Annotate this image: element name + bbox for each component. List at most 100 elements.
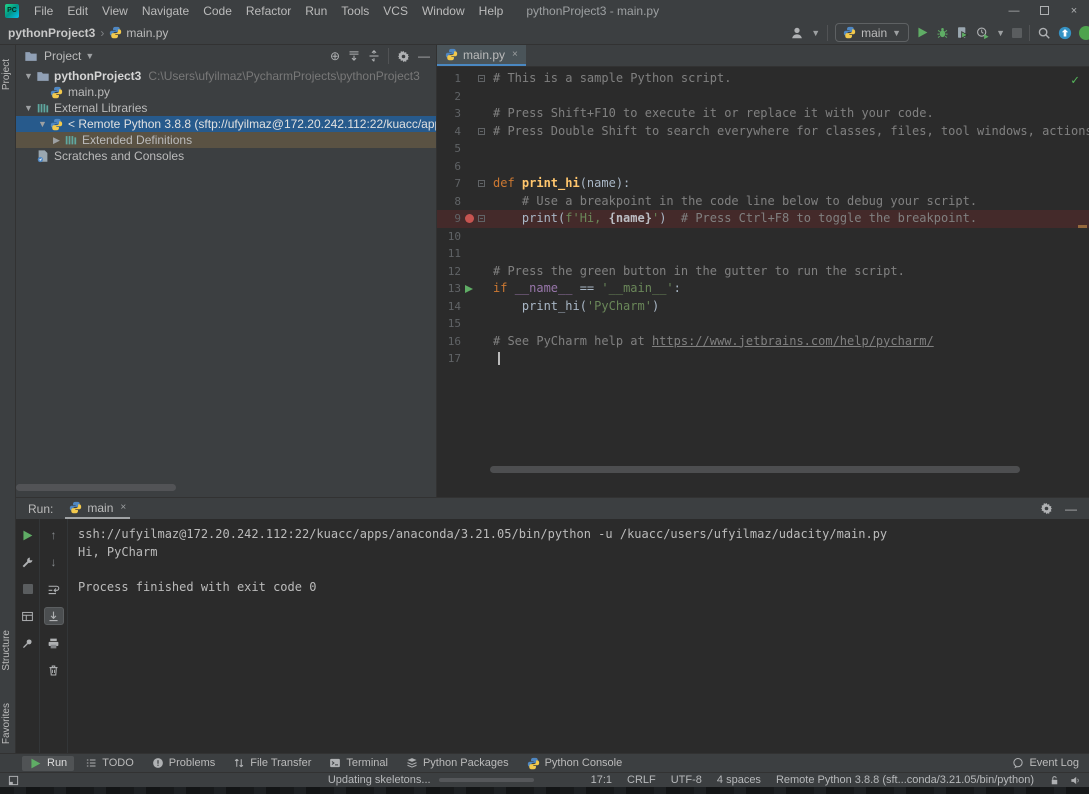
hide-panel-icon[interactable]: —	[418, 49, 430, 63]
close-button[interactable]: ×	[1059, 0, 1089, 21]
rerun-button[interactable]	[18, 526, 38, 544]
maximize-button[interactable]	[1029, 0, 1059, 21]
toolwindow-button-python-packages[interactable]: Python Packages	[399, 756, 516, 770]
run-config-selector[interactable]: main ▼	[835, 23, 909, 42]
editor-tab-bar: main.py ×	[437, 45, 1089, 67]
chevron-down-icon[interactable]: ▼	[85, 51, 94, 61]
code-editor[interactable]: ✓ 1# This is a sample Python script.23# …	[437, 67, 1089, 497]
chevron-down-icon[interactable]: ▼	[22, 103, 35, 113]
menu-vcs[interactable]: VCS	[376, 2, 415, 20]
menu-code[interactable]: Code	[196, 2, 239, 20]
debug-button[interactable]	[936, 26, 949, 39]
code-line-7: 7def print_hi(name):	[437, 175, 1089, 193]
down-stacktrace-icon[interactable]: ↓	[44, 553, 64, 571]
chevron-down-icon[interactable]: ▼	[996, 28, 1005, 38]
scroll-to-end-icon[interactable]	[44, 607, 64, 625]
stripe-favorites-button[interactable]: Favorites	[1, 703, 12, 744]
notification-icon[interactable]	[1079, 26, 1089, 40]
breadcrumb-project[interactable]: pythonProject3	[8, 26, 95, 40]
code-text	[487, 228, 493, 246]
encoding-widget[interactable]: UTF-8	[671, 774, 702, 786]
tree-item--remote-python-3-8-8-sftp-ufyi[interactable]: ▼< Remote Python 3.8.8 (sftp://ufyilmaz@…	[16, 116, 436, 132]
chevron-down-icon[interactable]: ▼	[36, 119, 49, 129]
run-gutter-icon[interactable]	[465, 285, 473, 293]
caret-position-widget[interactable]: 17:1	[591, 774, 612, 786]
project-panel-title[interactable]: Project	[44, 49, 81, 63]
menu-window[interactable]: Window	[415, 2, 472, 20]
stripe-structure-button[interactable]: Structure	[1, 630, 12, 671]
scratches-icon	[35, 149, 50, 163]
toolwindow-button-problems[interactable]: Problems	[145, 756, 222, 770]
fold-marker-icon[interactable]	[478, 215, 485, 222]
run-button[interactable]	[916, 26, 929, 39]
toolwindow-toggle-icon[interactable]	[8, 775, 19, 786]
breadcrumb-file[interactable]: main.py	[126, 26, 168, 40]
menu-file[interactable]: File	[27, 2, 60, 20]
stripe-project-button[interactable]: Project	[1, 59, 12, 90]
toolwindow-button-todo[interactable]: TODO	[78, 756, 141, 770]
fold-marker-icon[interactable]	[478, 180, 485, 187]
lock-icon[interactable]	[1049, 775, 1060, 786]
python-file-icon	[49, 118, 64, 131]
menu-navigate[interactable]: Navigate	[135, 2, 196, 20]
menu-edit[interactable]: Edit	[60, 2, 95, 20]
tree-item-extended-definitions[interactable]: ▶Extended Definitions	[16, 132, 436, 148]
code-text: # This is a sample Python script.	[487, 70, 731, 88]
code-link[interactable]: https://www.jetbrains.com/help/pycharm/	[652, 334, 934, 348]
search-everywhere-icon[interactable]	[1037, 26, 1051, 40]
soft-wrap-icon[interactable]	[44, 580, 64, 598]
horizontal-scrollbar[interactable]	[490, 466, 1020, 473]
print-icon[interactable]	[44, 634, 64, 652]
console-line	[78, 561, 1089, 579]
line-separator-widget[interactable]: CRLF	[627, 774, 656, 786]
tree-item-external-libraries[interactable]: ▼External Libraries	[16, 100, 436, 116]
clear-console-icon[interactable]	[44, 661, 64, 679]
inspection-ok-icon[interactable]: ✓	[1071, 73, 1079, 88]
interpreter-widget[interactable]: Remote Python 3.8.8 (sft...conda/3.21.05…	[776, 774, 1034, 786]
gear-icon[interactable]	[397, 50, 410, 63]
restore-layout-icon[interactable]	[18, 607, 38, 625]
menu-help[interactable]: Help	[472, 2, 511, 20]
collapse-all-icon[interactable]	[368, 50, 380, 62]
close-tab-icon[interactable]: ×	[120, 502, 126, 513]
fold-marker-icon[interactable]	[478, 128, 485, 135]
chevron-down-icon[interactable]: ▼	[811, 28, 820, 38]
toolwindow-button-python-console[interactable]: Python Console	[520, 756, 630, 771]
menu-refactor[interactable]: Refactor	[239, 2, 298, 20]
menu-run[interactable]: Run	[298, 2, 334, 20]
gear-icon[interactable]	[1040, 502, 1053, 516]
volume-icon[interactable]	[1070, 775, 1081, 786]
chevron-right-icon[interactable]: ▶	[50, 135, 63, 146]
toolwindow-button-run[interactable]: Run	[22, 756, 74, 771]
toolwindow-button-terminal[interactable]: Terminal	[322, 756, 395, 770]
tree-item-main-py[interactable]: main.py	[16, 84, 436, 100]
settings-wrench-icon[interactable]	[18, 553, 38, 571]
menu-view[interactable]: View	[95, 2, 135, 20]
tree-item-scratches-and-consoles[interactable]: Scratches and Consoles	[16, 148, 436, 164]
chevron-down-icon[interactable]: ▼	[22, 71, 35, 81]
ide-update-icon[interactable]	[1058, 26, 1072, 40]
run-console-output[interactable]: ssh://ufyilmaz@172.20.242.112:22/kuacc/a…	[68, 519, 1089, 753]
tree-item-pythonproject3[interactable]: ▼pythonProject3C:\Users\ufyilmaz\Pycharm…	[16, 68, 436, 84]
horizontal-scrollbar[interactable]	[16, 484, 176, 491]
locate-file-icon[interactable]: ⊕	[330, 49, 340, 63]
minimize-button[interactable]: —	[999, 0, 1029, 21]
expand-all-icon[interactable]	[348, 50, 360, 62]
editor-tab-mainpy[interactable]: main.py ×	[437, 45, 526, 66]
chevron-down-icon: ▼	[892, 28, 901, 38]
run-with-coverage-button[interactable]	[956, 26, 969, 39]
close-tab-icon[interactable]: ×	[512, 49, 518, 60]
pin-icon[interactable]	[18, 634, 38, 652]
event-log-button[interactable]: Event Log	[1012, 757, 1089, 769]
profiler-button[interactable]	[976, 26, 989, 39]
fold-marker-icon[interactable]	[478, 75, 485, 82]
user-icon[interactable]	[790, 26, 804, 40]
hide-panel-icon[interactable]: —	[1065, 502, 1077, 516]
breakpoint-icon[interactable]	[465, 214, 474, 223]
error-stripe-mark[interactable]	[1078, 225, 1087, 228]
run-tab-main[interactable]: main ×	[65, 498, 130, 519]
up-stacktrace-icon[interactable]: ↑	[44, 526, 64, 544]
toolwindow-button-file-transfer[interactable]: File Transfer	[226, 756, 318, 770]
menu-tools[interactable]: Tools	[334, 2, 376, 20]
indent-widget[interactable]: 4 spaces	[717, 774, 761, 786]
